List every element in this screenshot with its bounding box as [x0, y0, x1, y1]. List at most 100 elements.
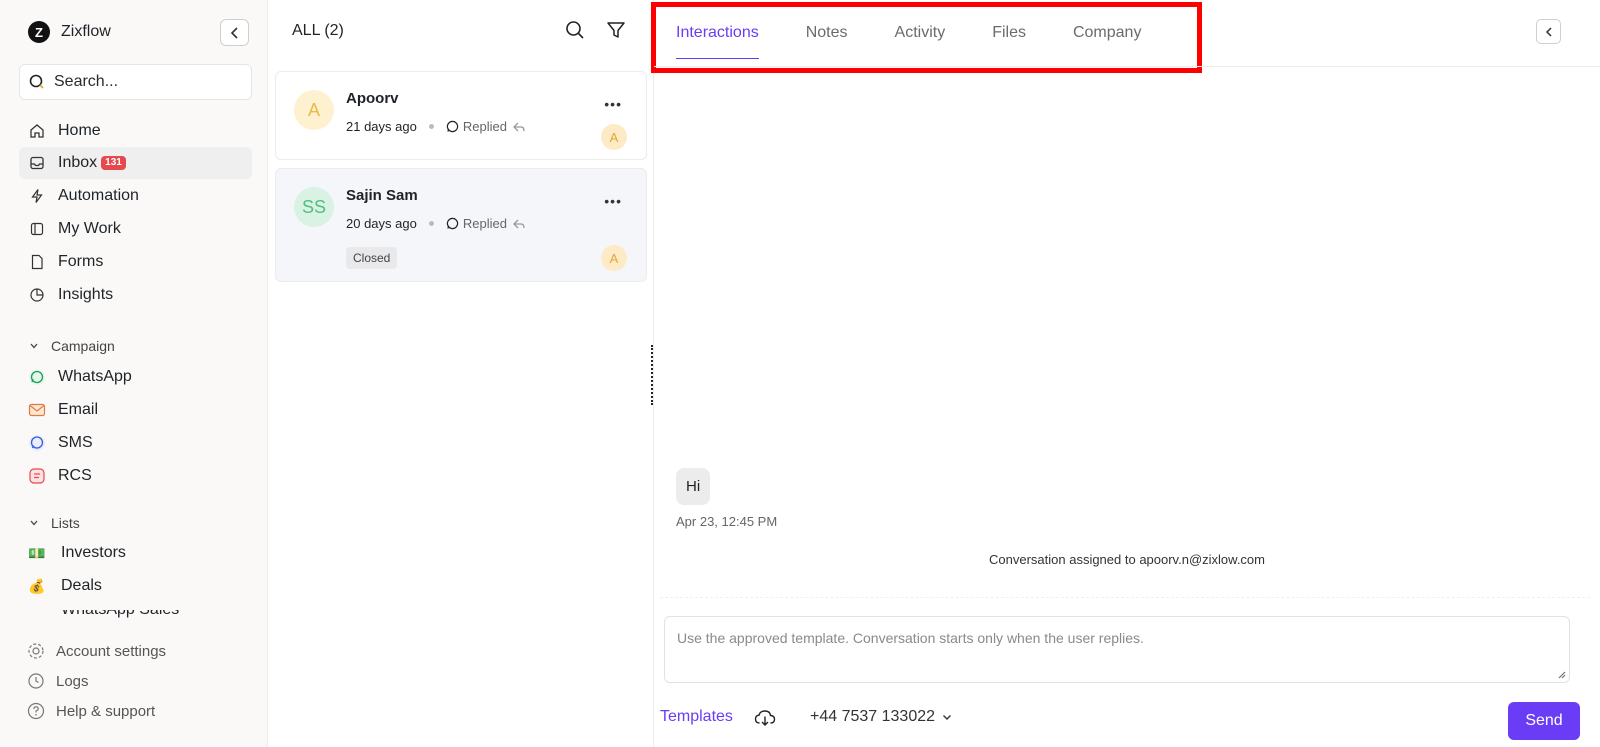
- message-thread[interactable]: [660, 68, 1590, 598]
- lists-heading: Lists: [51, 515, 80, 531]
- app-name: Zixflow: [61, 23, 111, 40]
- lists-section-toggle[interactable]: Lists: [29, 513, 80, 533]
- email-icon: [28, 401, 46, 419]
- clock-icon: [28, 673, 44, 689]
- send-button[interactable]: Send: [1508, 702, 1580, 740]
- sidebar-item-email[interactable]: Email: [19, 394, 252, 426]
- phone-number-value: +44 7537 133022: [810, 708, 936, 725]
- sidebar-item-home[interactable]: Home: [19, 115, 252, 147]
- sidebar-panel-icon: [28, 220, 46, 238]
- sidebar-item-label: WhatsApp Sales: [61, 610, 228, 618]
- sidebar-item-deals[interactable]: 💰 Deals: [19, 570, 252, 602]
- contact-name: Sajin Sam: [346, 187, 418, 204]
- filter-button[interactable]: [605, 19, 627, 41]
- search-conversations-button[interactable]: [564, 19, 586, 41]
- campaign-heading: Campaign: [51, 338, 115, 354]
- sidebar-item-label: Automation: [58, 187, 139, 204]
- pie-chart-icon: [28, 286, 46, 304]
- divider: [654, 66, 1600, 67]
- sidebar-search-input[interactable]: Search...: [19, 64, 252, 100]
- status-replied: Replied: [446, 119, 526, 134]
- conversation-meta: 21 days ago Replied: [346, 119, 526, 134]
- search-icon: [29, 74, 44, 89]
- avatar: A: [294, 90, 334, 130]
- templates-link[interactable]: Templates: [660, 708, 733, 726]
- sidebar-item-rcs[interactable]: RCS: [19, 460, 252, 492]
- assignee-avatar: A: [601, 124, 627, 150]
- cloud-download-button[interactable]: [754, 708, 776, 728]
- gear-icon: [28, 643, 44, 659]
- composer-toolbar: Templates +44 7537 133022 Send: [660, 702, 1590, 740]
- document-icon: [28, 253, 46, 271]
- avatar: SS: [294, 187, 334, 227]
- sidebar-item-sms[interactable]: SMS: [19, 427, 252, 459]
- money-bag-emoji-icon: 💰: [28, 577, 46, 594]
- status-badge: Closed: [346, 247, 398, 269]
- conversation-time: 21 days ago: [346, 119, 417, 134]
- inbox-icon: [28, 154, 46, 172]
- sidebar-item-whatsapp[interactable]: WhatsApp: [19, 361, 252, 393]
- status-label: Replied: [462, 119, 507, 134]
- sidebar-item-label: Investors: [61, 544, 126, 561]
- footer-item-label: Account settings: [56, 642, 167, 660]
- more-options-button[interactable]: •••: [604, 96, 622, 112]
- filter-icon: [607, 22, 625, 38]
- sidebar: Z Zixflow Search... Home Inbox 131 Autom…: [0, 0, 268, 747]
- tabs-highlight-box: [651, 2, 1202, 73]
- lightning-icon: [28, 187, 46, 205]
- sidebar-item-investors[interactable]: 💵 Investors: [19, 537, 252, 569]
- search-icon: [566, 21, 584, 39]
- search-placeholder: Search...: [54, 73, 119, 90]
- sidebar-item-label: Email: [58, 401, 99, 418]
- help-icon: [27, 702, 45, 720]
- money-emoji-icon: 💵: [28, 544, 46, 561]
- account-settings-link[interactable]: Account settings: [27, 640, 166, 662]
- sidebar-item-inbox[interactable]: Inbox 131: [19, 147, 252, 179]
- sidebar-item-label: RCS: [58, 467, 92, 484]
- message-composer-input[interactable]: Use the approved template. Conversation …: [664, 616, 1570, 683]
- collapse-sidebar-button[interactable]: [220, 19, 249, 46]
- status-replied: Replied: [446, 216, 526, 231]
- sidebar-item-partial[interactable]: WhatsApp Sales: [28, 610, 228, 618]
- message-bubble: Hi: [676, 468, 711, 505]
- conversation-list-panel: ALL (2) A Apoorv 21 days ago Replied •••…: [268, 0, 654, 747]
- home-icon: [28, 122, 46, 140]
- whatsapp-icon: [446, 120, 459, 133]
- more-options-button[interactable]: •••: [604, 193, 622, 209]
- campaign-section-toggle[interactable]: Campaign: [29, 336, 115, 356]
- sms-icon: [28, 434, 46, 452]
- sidebar-item-forms[interactable]: Forms: [19, 246, 252, 278]
- conversation-card[interactable]: SS Sajin Sam 20 days ago Replied Closed …: [275, 168, 647, 282]
- phone-number-select[interactable]: +44 7537 133022: [810, 708, 952, 726]
- sidebar-item-label: Deals: [61, 577, 102, 594]
- help-support-link[interactable]: Help & support: [27, 700, 155, 722]
- conversation-detail-panel: Interactions Notes Activity Files Compan…: [651, 0, 1600, 747]
- separator-dot: [428, 124, 434, 129]
- resize-grip-icon[interactable]: [1558, 671, 1566, 679]
- reply-arrow-icon: [513, 122, 525, 131]
- panel-resize-handle[interactable]: [651, 345, 653, 405]
- conversation-card[interactable]: A Apoorv 21 days ago Replied ••• A: [275, 71, 647, 160]
- logs-link[interactable]: Logs: [27, 670, 89, 692]
- assignee-avatar: A: [601, 245, 627, 271]
- whatsapp-icon: [28, 368, 46, 386]
- status-label: Replied: [462, 216, 507, 231]
- collapse-details-button[interactable]: [1536, 19, 1561, 44]
- sidebar-item-my-work[interactable]: My Work: [19, 213, 252, 245]
- unread-count-badge: 131: [101, 156, 126, 170]
- sidebar-item-label: WhatsApp: [58, 368, 132, 385]
- sidebar-item-automation[interactable]: Automation: [19, 180, 252, 212]
- brand[interactable]: Z Zixflow: [28, 21, 111, 43]
- reply-arrow-icon: [513, 219, 525, 228]
- chevron-down-icon: [30, 520, 38, 526]
- sidebar-item-insights[interactable]: Insights: [19, 279, 252, 311]
- composer-placeholder: Use the approved template. Conversation …: [677, 630, 1144, 646]
- footer-item-label: Logs: [56, 672, 89, 690]
- zixflow-logo-icon: Z: [28, 21, 50, 43]
- contact-name: Apoorv: [346, 90, 399, 107]
- sidebar-item-label: Insights: [58, 286, 114, 303]
- sidebar-item-label: Forms: [58, 253, 104, 270]
- footer-item-label: Help & support: [56, 702, 156, 720]
- chevron-left-icon: [230, 26, 238, 39]
- sidebar-item-label: Home: [58, 122, 101, 139]
